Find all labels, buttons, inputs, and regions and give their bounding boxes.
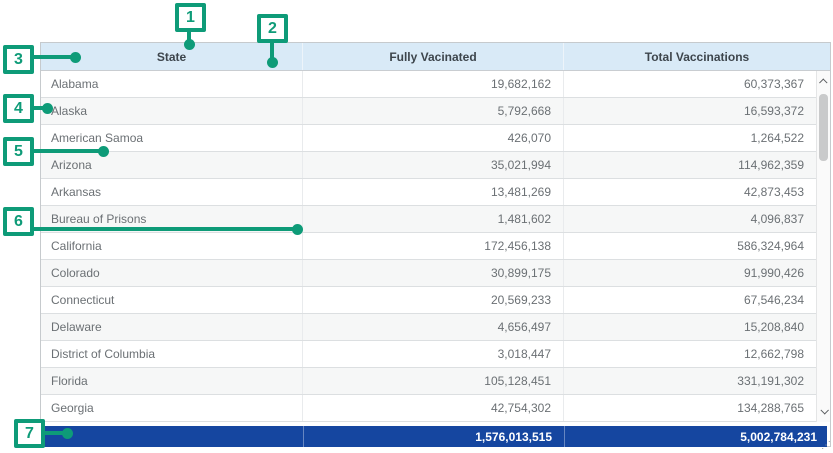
state-cell: Florida [41, 368, 303, 394]
resize-handle-icon[interactable]: ⋰ [821, 441, 831, 451]
vertical-scrollbar[interactable] [816, 71, 830, 422]
total-vaccinations-cell: 15,208,840 [564, 314, 816, 340]
callout-5-dot [98, 146, 109, 157]
total-vaccinations-cell: 67,546,234 [564, 287, 816, 313]
chevron-up-icon [819, 78, 827, 86]
callout-4: 4 [3, 94, 34, 123]
state-cell: Connecticut [41, 287, 303, 313]
state-cell: District of Columbia [41, 341, 303, 367]
total-vaccinations-cell: 586,324,964 [564, 233, 816, 259]
fully-vaccinated-cell: 1,481,602 [303, 206, 564, 232]
callout-6-dot [292, 224, 303, 235]
fully-vaccinated-cell: 4,656,497 [303, 314, 564, 340]
state-cell: Alabama [41, 71, 303, 97]
fully-vaccinated-cell: 172,456,138 [303, 233, 564, 259]
state-cell: California [41, 233, 303, 259]
callout-3-leader-line [32, 55, 72, 59]
state-cell: Arizona [41, 152, 303, 178]
fully-vaccinated-cell: 426,070 [303, 125, 564, 151]
table-row[interactable]: Colorado30,899,17591,990,426 [41, 260, 816, 287]
callout-5-leader-line [32, 149, 102, 153]
table-row[interactable]: Arkansas13,481,26942,873,453 [41, 179, 816, 206]
summary-total-vaccinations: 5,002,784,231 [564, 426, 827, 447]
state-cell: Georgia [41, 395, 303, 421]
scrollbar-thumb[interactable] [819, 94, 828, 161]
callout-2: 2 [257, 14, 288, 43]
state-cell: Colorado [41, 260, 303, 286]
callout-7: 7 [14, 419, 45, 448]
table-row[interactable]: Connecticut20,569,23367,546,234 [41, 287, 816, 314]
table-row[interactable]: Delaware4,656,49715,208,840 [41, 314, 816, 341]
table-row[interactable]: Alabama19,682,16260,373,367 [41, 71, 816, 98]
callout-1-dot [184, 39, 195, 50]
table-row[interactable]: District of Columbia3,018,44712,662,798 [41, 341, 816, 368]
callout-3: 3 [3, 45, 34, 74]
table-row[interactable]: Arizona35,021,994114,962,359 [41, 152, 816, 179]
chevron-down-icon [820, 406, 828, 414]
table-row[interactable]: Georgia42,754,302134,288,765 [41, 395, 816, 422]
total-vaccinations-cell: 16,593,372 [564, 98, 816, 124]
table-row[interactable]: American Samoa426,0701,264,522 [41, 125, 816, 152]
total-vaccinations-cell: 42,873,453 [564, 179, 816, 205]
vaccination-table: State Fully Vacinated Total Vaccinations… [40, 42, 831, 447]
summary-state-cell [41, 426, 303, 447]
callout-5: 5 [3, 137, 34, 166]
summary-fully-vaccinated: 1,576,013,515 [303, 426, 564, 447]
callout-7-dot [62, 428, 73, 439]
scroll-up-button[interactable] [817, 74, 830, 90]
state-cell: American Samoa [41, 125, 303, 151]
fully-vaccinated-cell: 35,021,994 [303, 152, 564, 178]
total-vaccinations-cell: 134,288,765 [564, 395, 816, 421]
fully-vaccinated-cell: 105,128,451 [303, 368, 564, 394]
callout-6-leader-line [32, 227, 293, 231]
table-row[interactable]: Florida105,128,451331,191,302 [41, 368, 816, 395]
callout-2-dot [267, 57, 278, 68]
column-header-fully-vaccinated[interactable]: Fully Vacinated [303, 43, 564, 70]
fully-vaccinated-cell: 42,754,302 [303, 395, 564, 421]
table-header-row: State Fully Vacinated Total Vaccinations [41, 43, 830, 71]
summary-row: 1,576,013,515 5,002,784,231 [41, 426, 827, 447]
total-vaccinations-cell: 12,662,798 [564, 341, 816, 367]
total-vaccinations-cell: 114,962,359 [564, 152, 816, 178]
total-vaccinations-cell: 60,373,367 [564, 71, 816, 97]
table-body: Alabama19,682,16260,373,367Alaska5,792,6… [41, 71, 816, 422]
scroll-down-button[interactable] [817, 403, 830, 419]
total-vaccinations-cell: 331,191,302 [564, 368, 816, 394]
state-cell: Alaska [41, 98, 303, 124]
table-row[interactable]: Alaska5,792,66816,593,372 [41, 98, 816, 125]
fully-vaccinated-cell: 3,018,447 [303, 341, 564, 367]
state-cell: Arkansas [41, 179, 303, 205]
fully-vaccinated-cell: 30,899,175 [303, 260, 564, 286]
callout-3-dot [70, 52, 81, 63]
fully-vaccinated-cell: 5,792,668 [303, 98, 564, 124]
callout-7-leader-line [44, 431, 64, 435]
callout-1: 1 [175, 3, 206, 32]
total-vaccinations-cell: 4,096,837 [564, 206, 816, 232]
fully-vaccinated-cell: 20,569,233 [303, 287, 564, 313]
fully-vaccinated-cell: 19,682,162 [303, 71, 564, 97]
state-cell: Delaware [41, 314, 303, 340]
column-header-total-vaccinations[interactable]: Total Vaccinations [564, 43, 830, 70]
callout-6: 6 [3, 207, 34, 236]
total-vaccinations-cell: 91,990,426 [564, 260, 816, 286]
fully-vaccinated-cell: 13,481,269 [303, 179, 564, 205]
table-row[interactable]: California172,456,138586,324,964 [41, 233, 816, 260]
total-vaccinations-cell: 1,264,522 [564, 125, 816, 151]
callout-4-dot [42, 103, 53, 114]
